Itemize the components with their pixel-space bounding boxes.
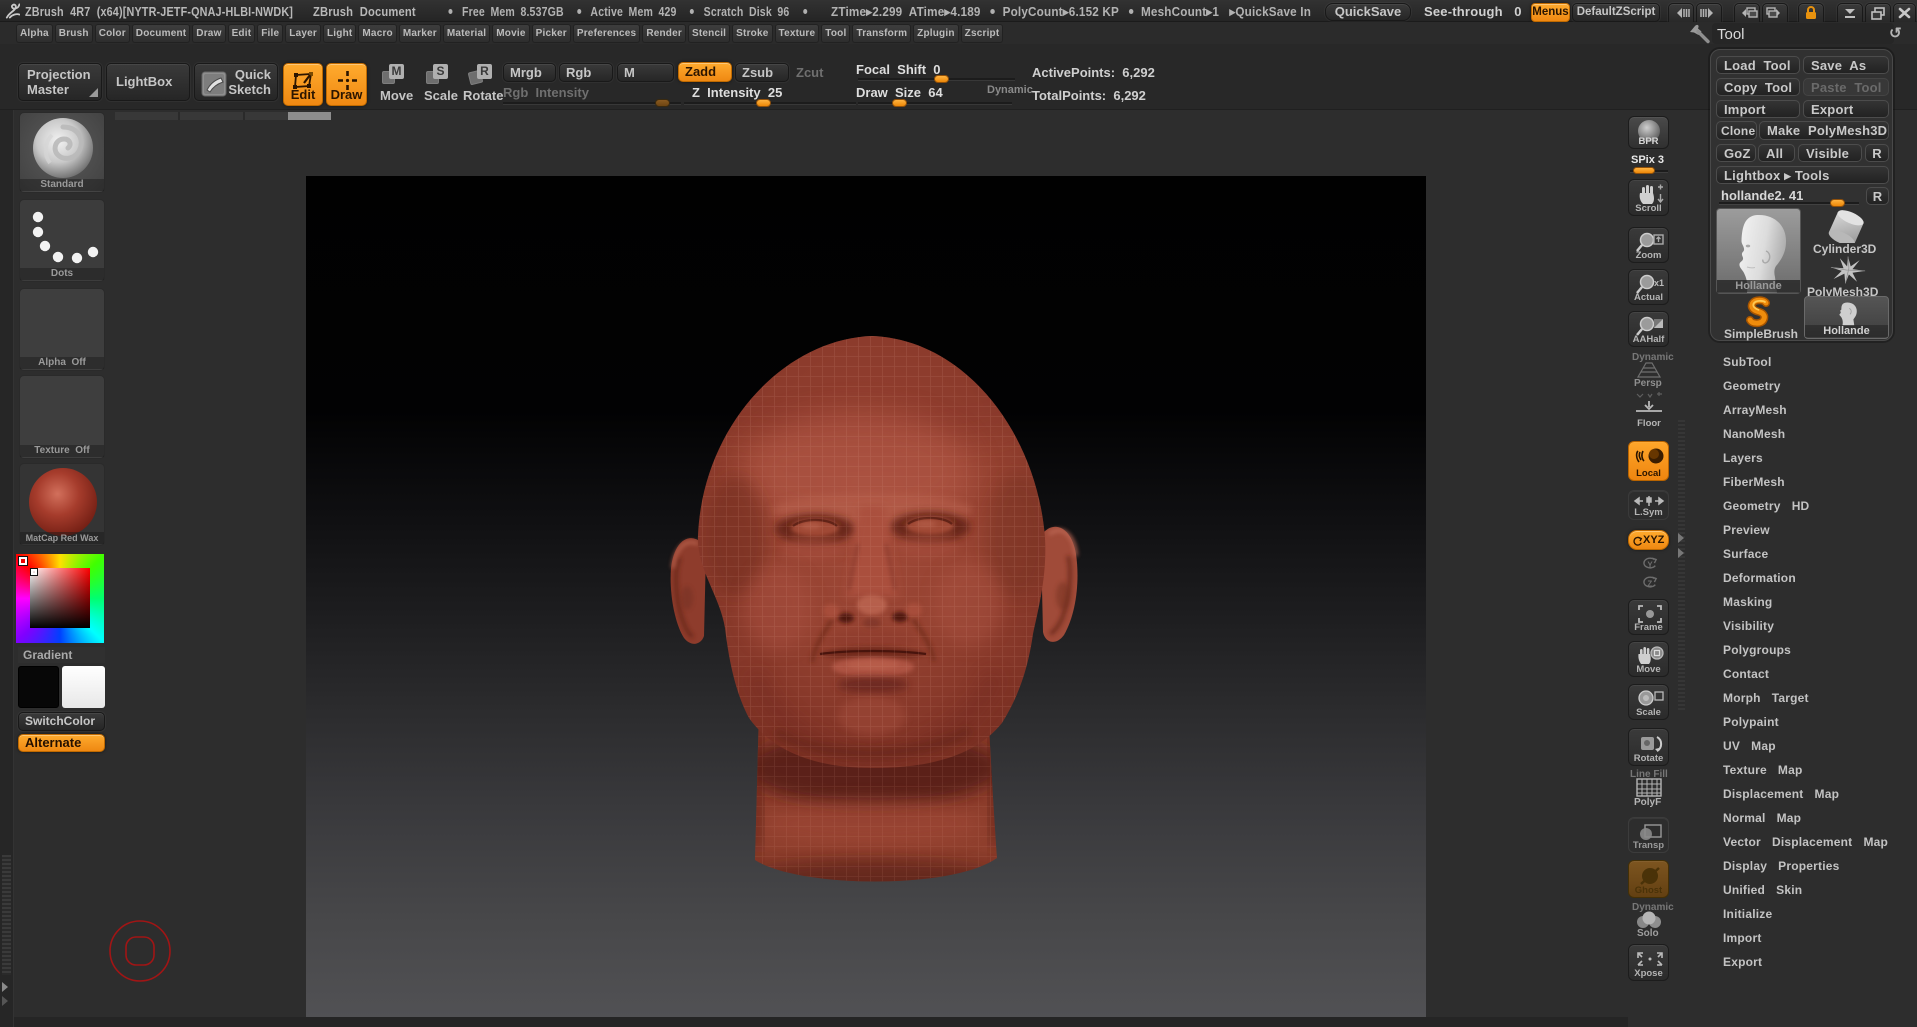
svg-text:Y: Y: [1647, 560, 1653, 569]
svg-text:Z: Z: [1647, 579, 1652, 588]
svg-text:x1: x1: [1654, 278, 1664, 288]
